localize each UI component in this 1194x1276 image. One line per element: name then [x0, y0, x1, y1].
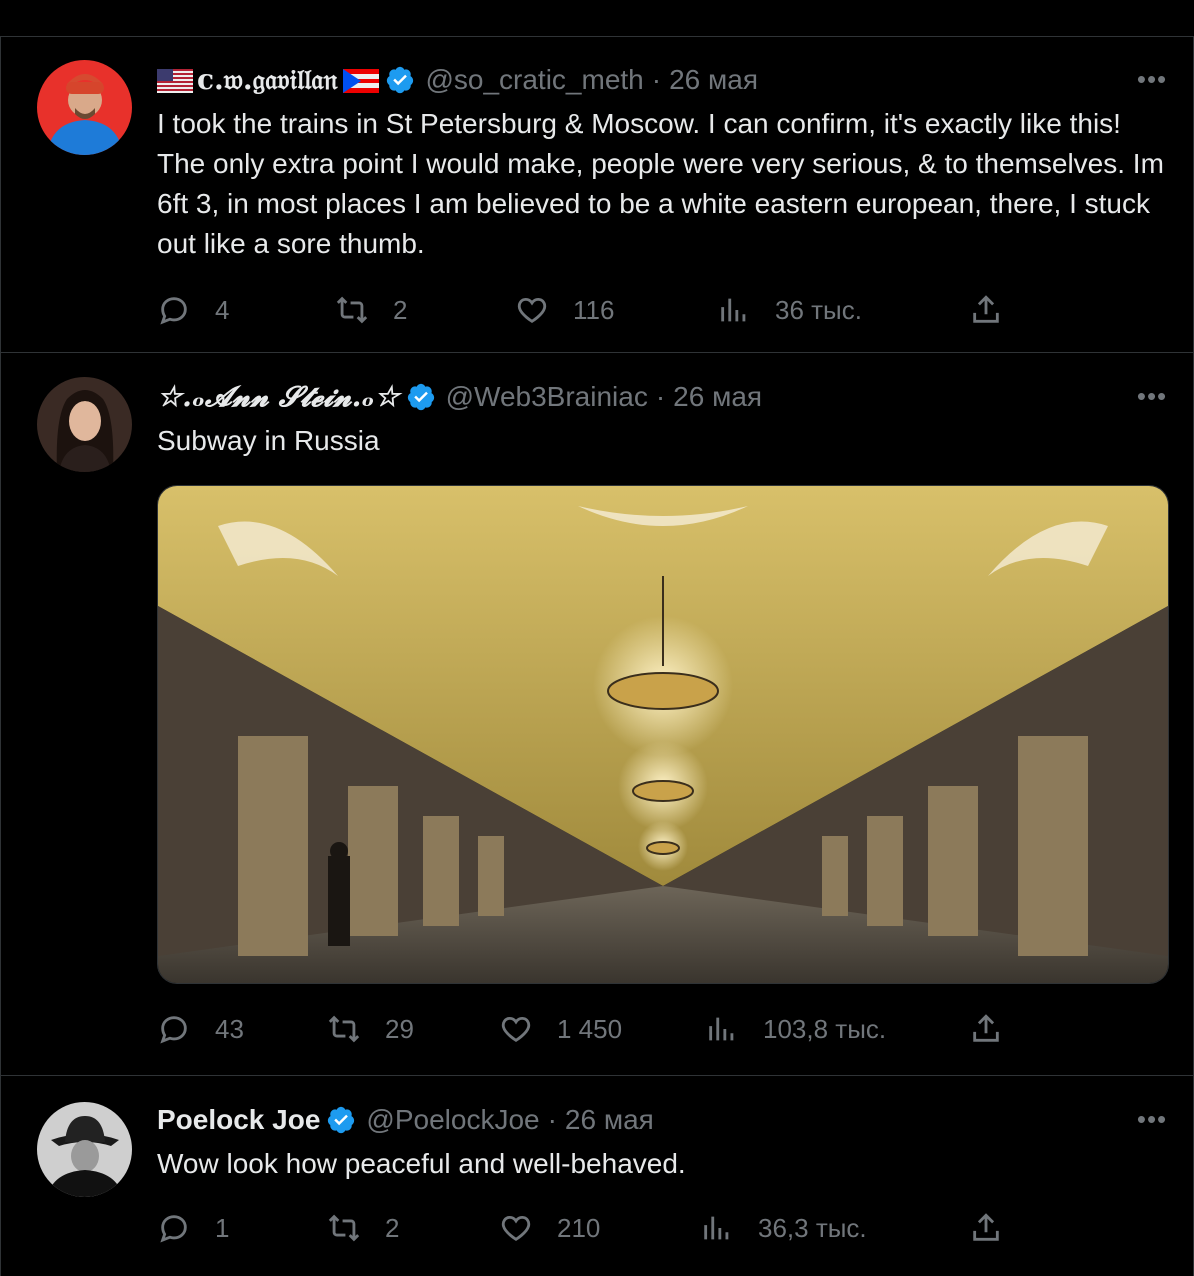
like-icon — [501, 1016, 531, 1042]
tweet-actions: 4 2 116 36 тыс. — [157, 290, 1017, 330]
repost-button[interactable]: 2 — [327, 1208, 399, 1248]
tweet-actions: 1 2 210 36,3 тыс. — [157, 1208, 1017, 1248]
view-count: 36 тыс. — [775, 294, 862, 325]
timeline-top-divider — [0, 0, 1194, 37]
avatar[interactable] — [37, 1102, 132, 1197]
tweet-header: ☆.ₒ𝓐𝓷𝓷 𝓢𝓽𝓮𝓲𝓷.ₒ☆ @Web3Brainiac · 26 мая — [157, 377, 762, 417]
reply-button[interactable]: 4 — [157, 290, 229, 330]
reply-button[interactable]: 1 — [157, 1208, 229, 1248]
like-icon — [517, 297, 547, 323]
like-icon — [501, 1215, 531, 1241]
tweet[interactable]: c.𝔴.𝔤𝔞𝔳𝔦𝔩𝔩𝔞𝔫 @so_cratic_meth · 26 мая ••… — [0, 36, 1194, 353]
tweet[interactable]: ☆.ₒ𝓐𝓷𝓷 𝓢𝓽𝓮𝓲𝓷.ₒ☆ @Web3Brainiac · 26 мая •… — [0, 353, 1194, 1076]
author-handle[interactable]: @Web3Brainiac — [446, 381, 648, 413]
tweet-text: Subway in Russia — [157, 425, 380, 456]
views-icon — [709, 1017, 734, 1041]
tweet-actions: 43 29 1 450 103,8 тыс. — [157, 1009, 1017, 1049]
author-name[interactable]: Poelock Joe — [157, 1104, 320, 1136]
like-count: 1 450 — [557, 1013, 623, 1044]
share-icon — [973, 295, 999, 323]
share-icon — [973, 1213, 999, 1241]
metro-station-photo — [158, 486, 1168, 983]
repost-count: 29 — [385, 1013, 414, 1044]
us-flag-icon — [157, 68, 193, 93]
share-button[interactable] — [969, 1009, 1003, 1049]
views-icon — [721, 298, 746, 322]
author-name[interactable]: c.𝔴.𝔤𝔞𝔳𝔦𝔩𝔩𝔞𝔫 — [197, 63, 337, 97]
separator-dot: · — [655, 381, 666, 412]
share-icon — [973, 1014, 999, 1042]
like-count: 210 — [557, 1212, 601, 1243]
more-icon[interactable]: ••• — [1132, 1106, 1172, 1140]
view-count: 36,3 тыс. — [758, 1212, 867, 1243]
tweet-header: c.𝔴.𝔤𝔞𝔳𝔦𝔩𝔩𝔞𝔫 @so_cratic_meth · 26 мая — [157, 60, 758, 100]
author-handle[interactable]: @PoelockJoe — [366, 1104, 539, 1136]
tweet-header: Poelock Joe @PoelockJoe · 26 мая — [157, 1100, 654, 1140]
views-button[interactable]: 103,8 тыс. — [705, 1009, 886, 1049]
more-icon[interactable]: ••• — [1132, 66, 1172, 100]
separator-dot: · — [651, 64, 662, 95]
tweet[interactable]: Poelock Joe @PoelockJoe · 26 мая ••• Wow… — [0, 1076, 1194, 1276]
reply-count: 4 — [215, 294, 230, 325]
tweet-date[interactable]: 26 мая — [673, 381, 762, 413]
share-button[interactable] — [969, 290, 1003, 330]
tweet-date[interactable]: 26 мая — [669, 64, 758, 96]
repost-button[interactable]: 29 — [327, 1009, 414, 1049]
views-button[interactable]: 36,3 тыс. — [700, 1208, 867, 1248]
reply-count: 43 — [215, 1013, 244, 1044]
verified-badge-icon — [326, 1105, 356, 1135]
repost-count: 2 — [393, 294, 408, 325]
share-button[interactable] — [969, 1208, 1003, 1248]
reply-icon — [160, 1016, 187, 1044]
repost-button[interactable]: 2 — [335, 290, 407, 330]
verified-badge-icon — [406, 382, 436, 412]
like-button[interactable]: 1 450 — [499, 1009, 622, 1049]
views-icon — [704, 1216, 729, 1240]
repost-count: 2 — [385, 1212, 400, 1243]
verified-badge-icon — [385, 65, 415, 95]
repost-icon — [328, 1015, 360, 1043]
tweet-text: Wow look how peaceful and well-behaved. — [157, 1148, 686, 1179]
tweet-media-photo[interactable] — [157, 485, 1169, 984]
author-name[interactable]: ☆.ₒ𝓐𝓷𝓷 𝓢𝓽𝓮𝓲𝓷.ₒ☆ — [157, 380, 400, 414]
author-handle[interactable]: @so_cratic_meth — [425, 64, 643, 96]
separator-dot: · — [547, 1104, 557, 1135]
puerto-rico-flag-icon — [343, 68, 380, 93]
reply-count: 1 — [215, 1212, 230, 1243]
reply-icon — [160, 297, 187, 325]
reply-button[interactable]: 43 — [157, 1009, 244, 1049]
avatar[interactable] — [37, 60, 132, 155]
reply-icon — [160, 1215, 187, 1243]
tweet-date[interactable]: 26 мая — [565, 1104, 654, 1136]
avatar[interactable] — [37, 377, 132, 472]
more-icon[interactable]: ••• — [1132, 383, 1172, 417]
like-count: 116 — [573, 294, 615, 325]
tweet-text: I took the trains in St Petersburg & Mos… — [157, 108, 1164, 259]
views-button[interactable]: 36 тыс. — [717, 290, 862, 330]
repost-icon — [336, 296, 368, 324]
like-button[interactable]: 210 — [499, 1208, 600, 1248]
like-button[interactable]: 116 — [515, 290, 614, 330]
repost-icon — [328, 1214, 360, 1242]
view-count: 103,8 тыс. — [763, 1013, 887, 1044]
